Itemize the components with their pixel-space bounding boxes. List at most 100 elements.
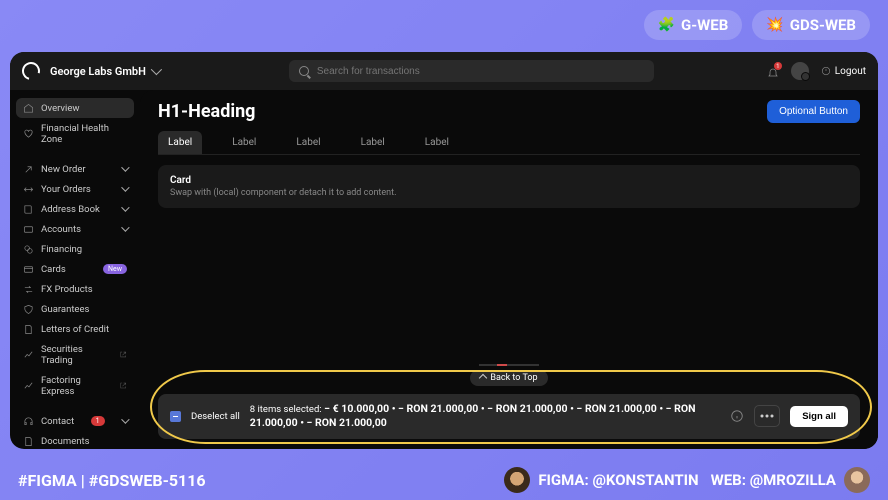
arrow-up-right-icon [23,164,34,175]
sidebar-item-new-order[interactable]: New Order [16,159,134,179]
selection-count: 8 items selected: [250,404,322,415]
sidebar-item-accounts[interactable]: Accounts [16,219,134,239]
book-icon [23,204,34,215]
gdsweb-pill[interactable]: 💥 GDS-WEB [752,10,870,40]
info-icon[interactable] [730,409,744,423]
selection-summary: 8 items selected: − € 10.000,00 • − RON … [250,402,720,431]
deselect-checkbox[interactable] [170,411,181,422]
deselect-label: Deselect all [191,411,240,422]
avatar-mrozilla [844,467,870,493]
chart-icon [23,380,34,391]
timeline-scrubber[interactable] [158,364,860,366]
app-logo-icon [19,59,44,84]
sidebar-item-address-book[interactable]: Address Book [16,199,134,219]
content-card: Card Swap with (local) component or deta… [158,165,860,208]
sidebar-item-documents[interactable]: Documents [16,431,134,449]
shield-icon [23,304,34,315]
sidebar-item-overview[interactable]: Overview [16,98,134,118]
company-name: George Labs GmbH [50,65,146,78]
chart-icon [23,349,34,360]
chevron-down-icon [121,223,129,231]
notifications-button[interactable]: 1 [767,65,779,77]
sidebar-item-cards[interactable]: Cards New [16,259,134,279]
card-description: Swap with (local) component or detach it… [170,188,848,198]
card-title: Card [170,175,848,186]
user-avatar[interactable] [791,62,809,80]
sidebar: Overview Financial Health Zone New Order Yo… [10,90,140,449]
sidebar-item-label: Cards [41,264,66,275]
headset-icon [23,416,34,427]
sidebar-item-label: Factoring Express [41,375,112,397]
tab-3[interactable]: Label [351,131,395,154]
logout-button[interactable]: Logout [821,66,866,77]
footer: #FIGMA | #GDSWEB-5116 FIGMA: @KONSTANTIN… [0,460,888,500]
sidebar-badge: 1 [91,416,105,426]
sidebar-item-label: New Order [41,164,86,175]
tab-bar: Label Label Label Label Label [158,131,860,155]
sidebar-item-factoring[interactable]: Factoring Express [16,370,134,401]
logout-label: Logout [835,66,866,77]
company-selector[interactable]: George Labs GmbH [50,65,159,78]
search-bar[interactable] [289,60,654,82]
sidebar-item-label: Contact [41,416,74,427]
avatar-konstantin [504,467,530,493]
chevron-down-icon [121,183,129,191]
gweb-label: G-WEB [681,16,728,34]
exchange-icon [23,284,34,295]
back-to-top-label: Back to Top [490,373,537,383]
sidebar-item-securities[interactable]: Securities Trading [16,339,134,370]
card-icon [23,264,34,275]
tab-2[interactable]: Label [286,131,330,154]
sidebar-item-guarantees[interactable]: Guarantees [16,299,134,319]
tab-0[interactable]: Label [158,131,202,154]
search-icon [299,66,309,76]
sidebar-item-label: Securities Trading [41,344,112,366]
credit-figma-label: FIGMA: @KONSTANTIN [538,471,698,489]
page-title: H1-Heading [158,101,255,122]
external-link-icon [119,350,127,359]
header-bar: George Labs GmbH 1 Logout [10,52,878,90]
tab-1[interactable]: Label [222,131,266,154]
footer-credit-web: WEB: @MROZILLA [711,467,870,493]
gweb-pill[interactable]: 🧩 G-WEB [644,10,743,40]
chevron-down-icon [121,163,129,171]
sidebar-item-health[interactable]: Financial Health Zone [16,118,134,149]
footer-tags: #FIGMA | #GDSWEB-5116 [18,471,206,490]
home-icon [23,103,34,114]
wallet-icon [23,224,34,235]
document-icon [23,324,34,335]
sidebar-item-label: Financing [41,244,82,255]
sidebar-item-label: Accounts [41,224,81,235]
chevron-down-icon [121,415,129,423]
document-icon [23,436,34,447]
dots-icon [760,414,774,418]
heart-icon [23,128,34,139]
sidebar-badge: New [103,264,127,274]
sidebar-item-label: Address Book [41,204,100,215]
arrow-up-icon [479,373,487,381]
transfer-icon [23,184,34,195]
external-link-icon [119,381,127,390]
sidebar-item-label: Letters of Credit [41,324,109,335]
sidebar-item-label: Your Orders [41,184,91,195]
sidebar-item-your-orders[interactable]: Your Orders [16,179,134,199]
sidebar-item-letters[interactable]: Letters of Credit [16,319,134,339]
sidebar-item-label: FX Products [41,284,93,295]
tab-4[interactable]: Label [415,131,459,154]
puzzle-icon: 🧩 [658,17,675,33]
sidebar-item-contact[interactable]: Contact 1 [16,411,134,431]
more-actions-button[interactable] [754,405,780,427]
search-input[interactable] [317,66,644,77]
sidebar-item-financing[interactable]: Financing [16,239,134,259]
sidebar-item-label: Guarantees [41,304,89,315]
coins-icon [23,244,34,255]
sign-all-button[interactable]: Sign all [790,406,848,427]
footer-credit-figma: FIGMA: @KONSTANTIN [504,467,698,493]
sidebar-item-label: Financial Health Zone [41,123,127,145]
main-content: H1-Heading Optional Button LabelLabelLab… [140,90,878,449]
sidebar-item-fx[interactable]: FX Products [16,279,134,299]
optional-button[interactable]: Optional Button [767,100,860,123]
back-to-top-button[interactable]: Back to Top [470,370,547,386]
gdsweb-label: GDS-WEB [790,16,856,34]
notification-badge: 1 [774,62,782,70]
